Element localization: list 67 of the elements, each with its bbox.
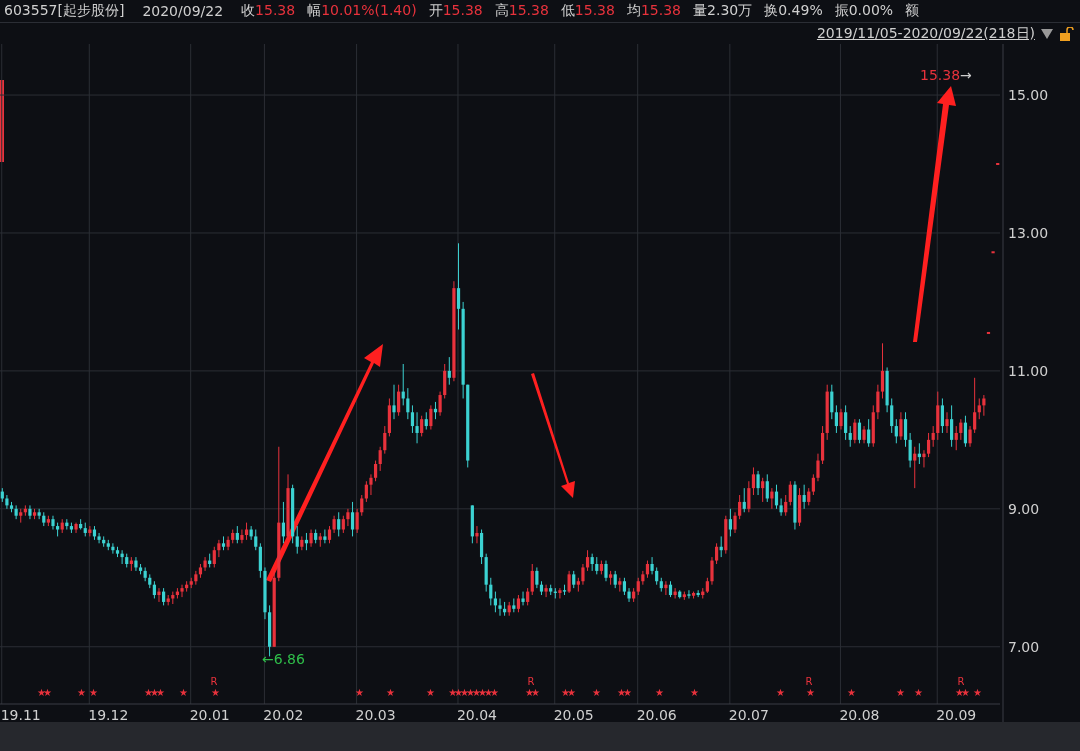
signal-marker-text: ★: [847, 687, 853, 698]
quote-label: 低: [560, 2, 575, 18]
quote-label: 额: [905, 2, 920, 18]
signal-marker-text: ★★★★★★★★: [448, 687, 496, 698]
y-axis-label: 15.00: [1008, 87, 1049, 104]
y-axis-label: 11.00: [1008, 362, 1049, 379]
x-axis-label: 20.05: [553, 707, 594, 722]
signal-marker-text: ★: [426, 687, 432, 698]
quote-value: 0.00%: [848, 2, 894, 18]
quote-value: 15.38: [255, 2, 296, 18]
y-axis-label: 7.00: [1008, 638, 1040, 655]
x-axis-label: 20.04: [456, 707, 497, 722]
quote-label: 幅: [307, 2, 322, 18]
signal-marker-text: ★★: [561, 687, 573, 698]
signal-marker-text: ★: [914, 687, 920, 698]
quote-label: 收: [241, 2, 256, 18]
signal-marker-text: ★: [77, 687, 83, 698]
signal-tag-text: R: [210, 676, 218, 687]
signal-marker-text: ★★★: [144, 687, 162, 698]
x-axis-label: 20.02: [263, 707, 304, 722]
quote-label: 振: [834, 2, 849, 18]
stock-symbol: 603557[起步股份]: [4, 2, 125, 20]
y-axis-label: 9.00: [1008, 500, 1040, 517]
signal-marker-text: ★: [973, 687, 979, 698]
quote-value: 15.38: [574, 2, 615, 18]
x-axis-label: 19.12: [88, 707, 129, 722]
signal-marker-text: ★: [89, 687, 95, 698]
x-axis-label: 20.06: [636, 707, 677, 722]
x-axis-label: 19.11: [0, 707, 41, 722]
x-axis-label: 20.08: [839, 707, 880, 722]
signal-marker-text: ★: [386, 687, 392, 698]
quote-value: 15.38: [640, 2, 682, 18]
y-axis-label: 13.00: [1008, 224, 1049, 241]
signal-marker-text: ★★: [955, 687, 967, 698]
quote-value: 15.38: [508, 2, 549, 18]
high-price-label: 15.38→: [920, 67, 972, 83]
signal-marker-text: ★★: [37, 687, 49, 698]
signal-marker-text: ★: [179, 687, 185, 698]
signal-marker-text: ★★: [525, 687, 537, 698]
x-axis-label: 20.03: [355, 707, 396, 722]
quote-date: 2020/09/22: [142, 3, 224, 19]
signal-tag-text: R: [957, 676, 965, 687]
signal-marker-text: ★: [806, 687, 812, 698]
signal-marker-text: ★: [690, 687, 696, 698]
x-axis-label: 20.09: [936, 707, 977, 722]
signal-tag-text: R: [805, 676, 813, 687]
signal-marker-text: ★★: [617, 687, 629, 698]
x-axis-label: 20.07: [728, 707, 769, 722]
signal-marker-text: ★: [355, 687, 361, 698]
quote-label: 均: [626, 2, 641, 18]
quote-value: 0.49%: [778, 2, 823, 18]
signal-marker-text: ★: [896, 687, 902, 698]
quote-label: 开: [428, 2, 443, 18]
quote-value: 15.38: [442, 2, 483, 18]
signal-marker-text: ★: [211, 687, 217, 698]
quote-label: 高: [494, 2, 509, 18]
quote-value: 2.30万: [707, 2, 753, 18]
signal-marker-text: ★: [776, 687, 782, 698]
signal-marker-text: ★: [655, 687, 661, 698]
quote-label: 量: [693, 2, 708, 18]
x-axis-label: 20.01: [189, 707, 230, 722]
low-price-label: ←6.86: [262, 651, 305, 667]
quote-value: 10.01%(1.40): [321, 2, 417, 18]
date-range-link[interactable]: 2019/11/05-2020/09/22(218日): [816, 24, 1035, 43]
signal-marker-text: ★: [592, 687, 598, 698]
signal-tag-text: R: [527, 676, 535, 687]
quote-label: 换: [764, 2, 779, 18]
